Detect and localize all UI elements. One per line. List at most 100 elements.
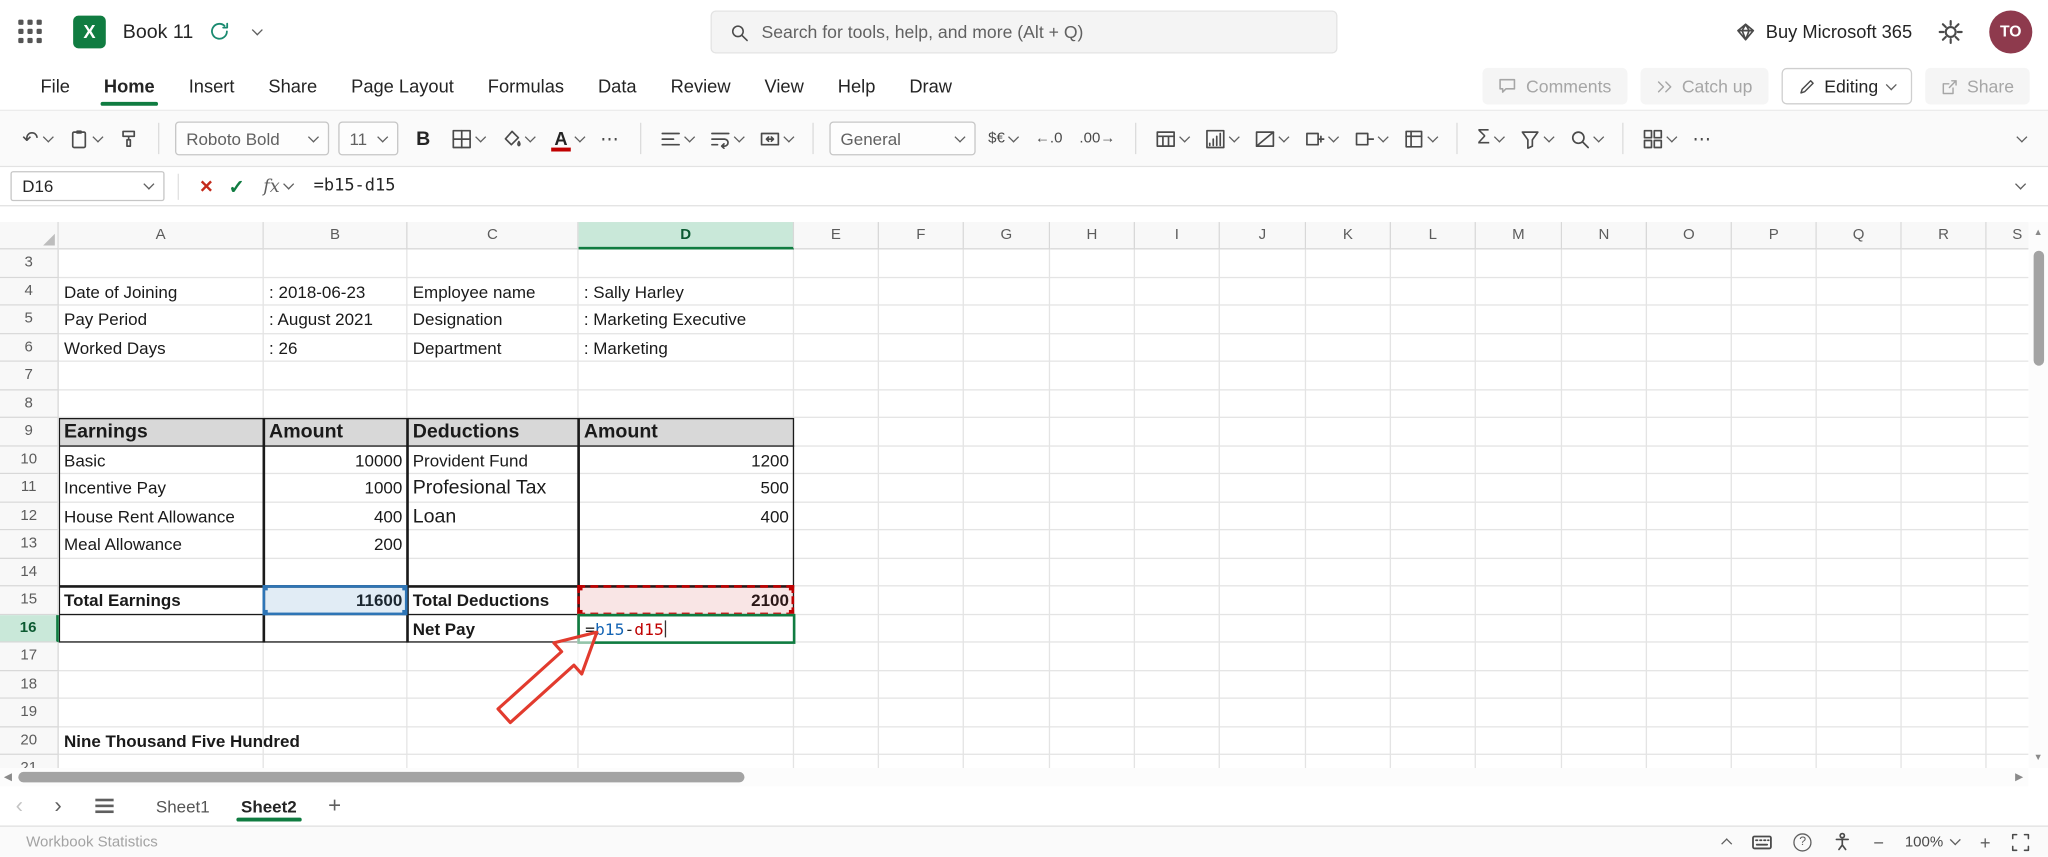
all-sheets-menu-icon[interactable]	[95, 804, 115, 808]
zoom-out-button[interactable]: −	[1873, 833, 1884, 851]
cell-B9[interactable]: Amount	[263, 417, 408, 447]
column-header-L[interactable]: L	[1391, 222, 1476, 250]
cell-A10[interactable]: Basic	[59, 446, 264, 474]
cell-D4[interactable]: : Sally Harley	[579, 278, 795, 306]
zoom-in-button[interactable]: +	[1980, 833, 1991, 851]
row-header-3[interactable]: 3	[0, 249, 59, 278]
comments-button[interactable]: Comments	[1482, 67, 1627, 105]
row-header-20[interactable]: 20	[0, 726, 59, 755]
cell-A5[interactable]: Pay Period	[59, 306, 264, 334]
next-sheet-button[interactable]: ›	[39, 793, 78, 819]
row-header-15[interactable]: 15	[0, 586, 59, 615]
cell-A6[interactable]: Worked Days	[59, 334, 264, 362]
row-header-19[interactable]: 19	[0, 698, 59, 727]
expand-formula-bar-icon[interactable]	[2015, 178, 2027, 190]
row-header-11[interactable]: 11	[0, 474, 59, 503]
font-color-button[interactable]: A	[548, 124, 587, 153]
number-format-select[interactable]: General	[828, 121, 976, 156]
search-bar[interactable]: Search for tools, help, and more (Alt + …	[710, 10, 1338, 54]
cell-B12[interactable]: 400	[264, 502, 408, 530]
cell-B5[interactable]: : August 2021	[264, 306, 408, 334]
column-header-C[interactable]: C	[407, 222, 579, 250]
cell-C11[interactable]: Profesional Tax	[408, 474, 579, 502]
row-header-13[interactable]: 13	[0, 530, 59, 559]
cell-C5[interactable]: Designation	[408, 306, 579, 334]
workbook-statistics-button[interactable]: Workbook Statistics	[26, 834, 158, 850]
column-header-F[interactable]: F	[879, 222, 964, 250]
menu-tab-review[interactable]: Review	[654, 63, 748, 110]
collapse-ribbon-button[interactable]	[2014, 130, 2030, 145]
confirm-entry-button[interactable]: ✓	[221, 174, 253, 198]
column-header-A[interactable]: A	[58, 222, 264, 250]
column-header-B[interactable]: B	[263, 222, 408, 250]
cell-A12[interactable]: House Rent Allowance	[59, 502, 264, 530]
paste-button[interactable]	[65, 125, 105, 152]
row-header-18[interactable]: 18	[0, 670, 59, 699]
cell-styles-button[interactable]	[1251, 125, 1291, 152]
decrease-decimal-button[interactable]: ←.0	[1031, 127, 1066, 151]
column-header-G[interactable]: G	[963, 222, 1051, 250]
row-header-17[interactable]: 17	[0, 642, 59, 671]
cell-C15[interactable]: Total Deductions	[408, 586, 579, 614]
fullscreen-icon[interactable]	[2011, 833, 2030, 851]
row-header-10[interactable]: 10	[0, 446, 59, 475]
cell-C6[interactable]: Department	[408, 334, 579, 362]
cell-D11[interactable]: 500	[579, 474, 795, 502]
chevron-up-icon[interactable]	[1721, 838, 1733, 850]
undo-button[interactable]: ↶	[18, 125, 55, 152]
cell-D9[interactable]: Amount	[578, 417, 795, 447]
menu-tab-draw[interactable]: Draw	[892, 63, 969, 110]
insert-cells-button[interactable]	[1301, 125, 1341, 152]
column-header-P[interactable]: P	[1731, 222, 1817, 250]
autosum-button[interactable]: Σ	[1473, 124, 1507, 153]
cell-A15[interactable]: Total Earnings	[59, 586, 264, 614]
cell-D15[interactable]: 2100	[579, 586, 795, 614]
currency-format-button[interactable]: $€	[984, 127, 1022, 151]
menu-tab-formulas[interactable]: Formulas	[471, 63, 581, 110]
more-ribbon-options-button[interactable]: ⋯	[1689, 123, 1716, 153]
column-header-I[interactable]: I	[1135, 222, 1220, 250]
menu-tab-home[interactable]: Home	[87, 63, 172, 110]
sheet-tab-sheet1[interactable]: Sheet1	[140, 786, 225, 825]
column-header-E[interactable]: E	[794, 222, 880, 250]
sheet-view-button[interactable]	[1639, 125, 1679, 152]
formula-input[interactable]: =b15-d15	[314, 176, 396, 196]
select-all-button[interactable]	[0, 222, 59, 250]
scroll-up-icon[interactable]: ▲	[2034, 229, 2043, 238]
row-header-12[interactable]: 12	[0, 502, 59, 531]
scroll-down-icon[interactable]: ▼	[2034, 754, 2043, 763]
row-header-7[interactable]: 7	[0, 361, 59, 390]
fill-color-button[interactable]	[498, 125, 538, 152]
vertical-scrollbar-thumb[interactable]	[2032, 250, 2044, 366]
cell-D10[interactable]: 1200	[579, 446, 795, 474]
column-header-J[interactable]: J	[1219, 222, 1307, 250]
row-header-4[interactable]: 4	[0, 277, 59, 306]
horizontal-scrollbar[interactable]: ◀ ▶	[0, 767, 2029, 787]
row-header-6[interactable]: 6	[0, 333, 59, 362]
share-button[interactable]: Share	[1925, 67, 2030, 105]
zoom-level-select[interactable]: 100%	[1905, 834, 1961, 850]
menu-tab-page-layout[interactable]: Page Layout	[334, 63, 471, 110]
menu-tab-insert[interactable]: Insert	[172, 63, 252, 110]
catch-up-button[interactable]: Catch up	[1640, 67, 1769, 105]
merge-cells-button[interactable]	[756, 125, 796, 152]
menu-tab-view[interactable]: View	[748, 63, 821, 110]
format-painter-button[interactable]	[114, 125, 141, 152]
cell-B10[interactable]: 10000	[264, 446, 408, 474]
row-header-8[interactable]: 8	[0, 389, 59, 418]
row-header-5[interactable]: 5	[0, 305, 59, 334]
cell-C4[interactable]: Employee name	[408, 278, 579, 306]
format-cells-button[interactable]	[1400, 125, 1440, 152]
settings-gear-icon[interactable]	[1938, 19, 1963, 44]
row-header-16[interactable]: 16	[0, 614, 59, 643]
cell-D12[interactable]: 400	[579, 502, 795, 530]
column-header-Q[interactable]: Q	[1816, 222, 1902, 250]
column-header-N[interactable]: N	[1562, 222, 1648, 250]
wrap-text-button[interactable]	[706, 125, 746, 152]
name-box[interactable]: D16	[10, 171, 165, 202]
cell-A11[interactable]: Incentive Pay	[59, 474, 264, 502]
accessibility-icon[interactable]	[1833, 832, 1853, 852]
row-header-14[interactable]: 14	[0, 558, 59, 587]
cell-D6[interactable]: : Marketing	[579, 334, 795, 362]
column-header-H[interactable]: H	[1050, 222, 1136, 250]
